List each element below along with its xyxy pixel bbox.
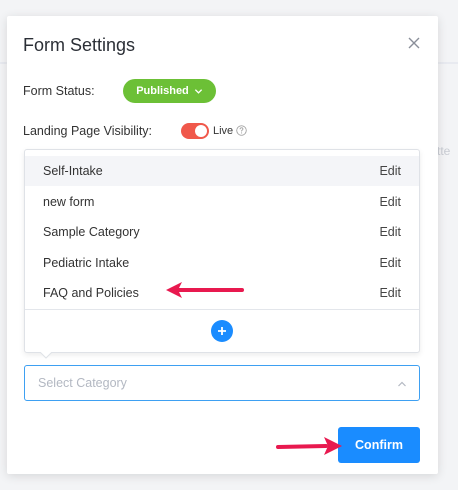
add-category-button[interactable] xyxy=(211,320,233,342)
category-select[interactable]: Select Category xyxy=(24,365,420,401)
toggle-knob xyxy=(195,125,207,137)
category-item[interactable]: Pediatric Intake Edit xyxy=(25,248,419,278)
visibility-state-label: Live xyxy=(213,125,234,137)
close-icon[interactable] xyxy=(406,35,422,51)
form-status-value: Published xyxy=(136,85,189,97)
chevron-down-icon xyxy=(194,88,202,94)
form-settings-modal: Form Settings Form Status: Published Lan… xyxy=(7,16,438,474)
category-item-label: Pediatric Intake xyxy=(43,256,130,270)
category-dropdown-menu: Self-Intake Edit new form Edit Sample Ca… xyxy=(24,149,420,353)
form-status-label: Form Status: xyxy=(23,84,95,98)
category-item-label: Self-Intake xyxy=(43,164,103,178)
dropdown-divider xyxy=(25,309,419,310)
edit-link[interactable]: Edit xyxy=(379,256,401,270)
visibility-toggle[interactable] xyxy=(181,123,209,139)
edit-link[interactable]: Edit xyxy=(379,164,401,178)
chevron-up-icon xyxy=(398,381,406,387)
confirm-button[interactable]: Confirm xyxy=(338,427,420,463)
form-status-dropdown[interactable]: Published xyxy=(123,79,216,103)
category-item-label: Sample Category xyxy=(43,225,140,239)
edit-link[interactable]: Edit xyxy=(379,286,401,300)
category-item[interactable]: FAQ and Policies Edit xyxy=(25,278,419,308)
background-partial-text: tte xyxy=(437,144,451,158)
edit-link[interactable]: Edit xyxy=(379,195,401,209)
category-item[interactable]: Sample Category Edit xyxy=(25,217,419,247)
category-select-placeholder: Select Category xyxy=(38,376,127,390)
modal-title: Form Settings xyxy=(23,35,136,55)
edit-link[interactable]: Edit xyxy=(379,225,401,239)
dropdown-pointer xyxy=(40,352,52,359)
landing-page-visibility-label: Landing Page Visibility: xyxy=(23,124,153,138)
category-item[interactable]: Self-Intake Edit xyxy=(25,156,419,186)
plus-icon xyxy=(218,327,226,335)
help-icon[interactable] xyxy=(236,125,247,136)
category-item-label: FAQ and Policies xyxy=(43,286,139,300)
category-item[interactable]: new form Edit xyxy=(25,187,419,217)
category-item-label: new form xyxy=(43,195,95,209)
